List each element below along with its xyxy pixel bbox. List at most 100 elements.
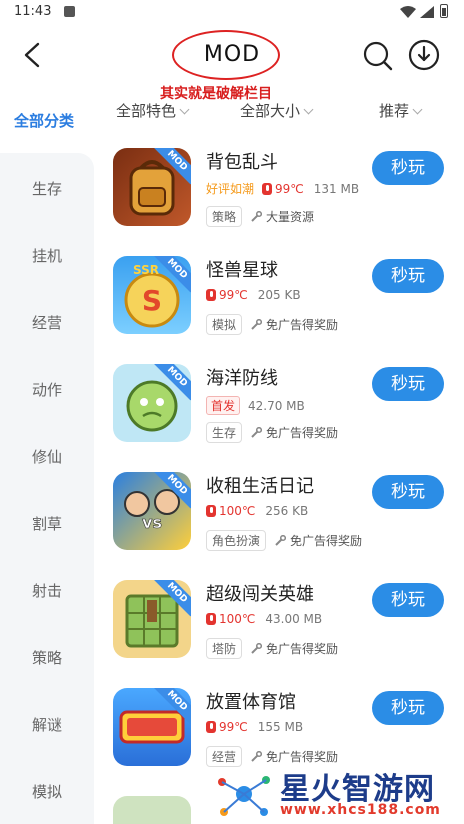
heat-indicator: 99℃	[262, 182, 304, 196]
game-meta: 100℃ 43.00 MB	[206, 612, 322, 626]
game-list-item[interactable]: MOD 海洋防线 首发 42.70 MB 生存 免广告得奖励 秒玩	[110, 364, 460, 460]
play-button[interactable]: 秒玩	[372, 691, 444, 725]
genre-tag: 角色扮演	[206, 530, 267, 551]
game-tags: 塔防 免广告得奖励	[206, 638, 338, 659]
filter-size[interactable]: 全部大小	[240, 100, 314, 121]
game-icon[interactable]: MOD	[113, 148, 191, 226]
category-sidebar: 生存 挂机 经营 动作 修仙 割草 射击 策略 解谜 模拟	[0, 153, 94, 824]
play-button[interactable]: 秒玩	[372, 475, 444, 509]
game-tags: 角色扮演 免广告得奖励	[206, 530, 362, 551]
heat-indicator: 100℃	[206, 612, 255, 626]
filter-features[interactable]: 全部特色	[116, 100, 190, 121]
game-title: 收租生活日记	[206, 476, 314, 497]
game-meta: 100℃ 256 KB	[206, 504, 308, 518]
play-button[interactable]: 秒玩	[372, 583, 444, 617]
thermometer-icon	[262, 182, 273, 195]
search-icon[interactable]	[362, 40, 394, 72]
game-meta: 99℃ 205 KB	[206, 288, 301, 302]
svg-text:vs: vs	[142, 513, 162, 532]
play-button[interactable]: 秒玩	[372, 259, 444, 293]
heat-indicator: 99℃	[206, 288, 248, 302]
sidebar-item[interactable]: 动作	[0, 379, 94, 400]
thermometer-icon	[206, 289, 216, 301]
sidebar-item[interactable]: 经营	[0, 312, 94, 333]
wrench-icon	[251, 750, 263, 762]
game-title: 超级闯关英雄	[206, 584, 314, 605]
top-bar: MOD	[0, 26, 464, 86]
genre-tag: 模拟	[206, 314, 243, 335]
feature-label: 免广告得奖励	[266, 426, 339, 440]
svg-text:SSR: SSR	[133, 263, 159, 277]
feature-label: 大量资源	[266, 210, 315, 224]
wrench-icon	[251, 642, 263, 654]
genre-tag: 生存	[206, 422, 243, 443]
feature-label: 免广告得奖励	[266, 750, 339, 764]
heat-indicator: 99℃	[206, 720, 248, 734]
thermometer-icon	[206, 613, 216, 625]
sidebar-item[interactable]: 挂机	[0, 245, 94, 266]
chevron-down-icon	[412, 104, 423, 115]
sidebar-item[interactable]: 割草	[0, 513, 94, 534]
status-time: 11:43	[14, 4, 52, 19]
game-list-item[interactable]: MOD 超级闯关英雄 100℃ 43.00 MB 塔防 免广告得奖励 秒玩	[110, 580, 460, 676]
game-icon[interactable]: MOD	[113, 364, 191, 442]
notification-icon	[64, 6, 75, 17]
file-size: 43.00 MB	[265, 612, 323, 626]
game-icon[interactable]	[113, 796, 191, 824]
game-meta: 99℃ 155 MB	[206, 720, 303, 734]
game-title: 背包乱斗	[206, 152, 278, 173]
back-arrow-icon[interactable]	[18, 40, 48, 70]
signal-icon	[420, 6, 434, 18]
game-icon[interactable]: MOD	[113, 688, 191, 766]
sidebar-item[interactable]: 生存	[0, 178, 94, 199]
game-tags: 模拟 免广告得奖励	[206, 314, 338, 335]
heat-value: 99℃	[219, 720, 248, 734]
feature-label: 免广告得奖励	[266, 318, 339, 332]
game-list-item[interactable]: S SSR MOD 怪兽星球 99℃ 205 KB 模拟 免广告得奖励 秒玩	[110, 256, 460, 352]
game-list-item[interactable]: MOD 背包乱斗 好评如潮 99℃ 131 MB 策略 大量资源 秒玩	[110, 148, 460, 244]
play-button[interactable]: 秒玩	[372, 151, 444, 185]
thermometer-icon	[206, 505, 216, 517]
heat-value: 99℃	[275, 181, 304, 196]
genre-tag: 策略	[206, 206, 243, 227]
chevron-down-icon	[179, 104, 190, 115]
game-list-item[interactable]: vs MOD 收租生活日记 100℃ 256 KB 角色扮演 免广告得奖励 秒玩	[110, 472, 460, 568]
wrench-icon	[251, 210, 263, 222]
file-size: 205 KB	[257, 288, 301, 302]
game-icon[interactable]: S SSR MOD	[113, 256, 191, 334]
chevron-down-icon	[303, 104, 314, 115]
sidebar-item[interactable]: 策略	[0, 647, 94, 668]
app-screen: 11:43 MOD 其实就是破解栏目 全部特色 全部大小 推荐 全部分类 生存 …	[0, 0, 464, 824]
battery-icon	[440, 4, 448, 18]
status-bar: 11:43	[0, 0, 464, 26]
game-meta: 好评如潮 99℃ 131 MB	[206, 180, 359, 197]
filter-label: 全部特色	[116, 102, 177, 120]
sidebar-item[interactable]: 射击	[0, 580, 94, 601]
watermark-url: www.xhcs188.com	[280, 802, 441, 818]
download-icon[interactable]	[408, 39, 440, 71]
wrench-icon	[251, 318, 263, 330]
sidebar-item[interactable]: 修仙	[0, 446, 94, 467]
network-logo-icon	[218, 776, 270, 816]
sidebar-item[interactable]: 解谜	[0, 714, 94, 735]
wrench-icon	[275, 534, 287, 546]
file-size: 42.70 MB	[248, 398, 305, 413]
game-icon[interactable]: MOD	[113, 580, 191, 658]
genre-tag: 塔防	[206, 638, 243, 659]
game-title: 海洋防线	[206, 368, 278, 389]
filter-label: 推荐	[379, 102, 410, 120]
filter-sort[interactable]: 推荐	[379, 100, 423, 121]
sidebar-item-all[interactable]: 全部分类	[14, 110, 74, 131]
wifi-icon	[400, 6, 416, 18]
filter-label: 全部大小	[240, 102, 301, 120]
file-size: 131 MB	[313, 181, 360, 196]
game-tags: 策略 大量资源	[206, 206, 314, 227]
sidebar-item[interactable]: 模拟	[0, 781, 94, 802]
page-title: MOD	[203, 42, 261, 67]
play-button[interactable]: 秒玩	[372, 367, 444, 401]
game-title: 怪兽星球	[206, 260, 278, 281]
svg-text:S: S	[142, 284, 162, 317]
game-icon[interactable]: vs MOD	[113, 472, 191, 550]
site-watermark: 星火智游网 www.xhcs188.com	[214, 764, 464, 824]
feature-label: 免广告得奖励	[290, 534, 363, 548]
